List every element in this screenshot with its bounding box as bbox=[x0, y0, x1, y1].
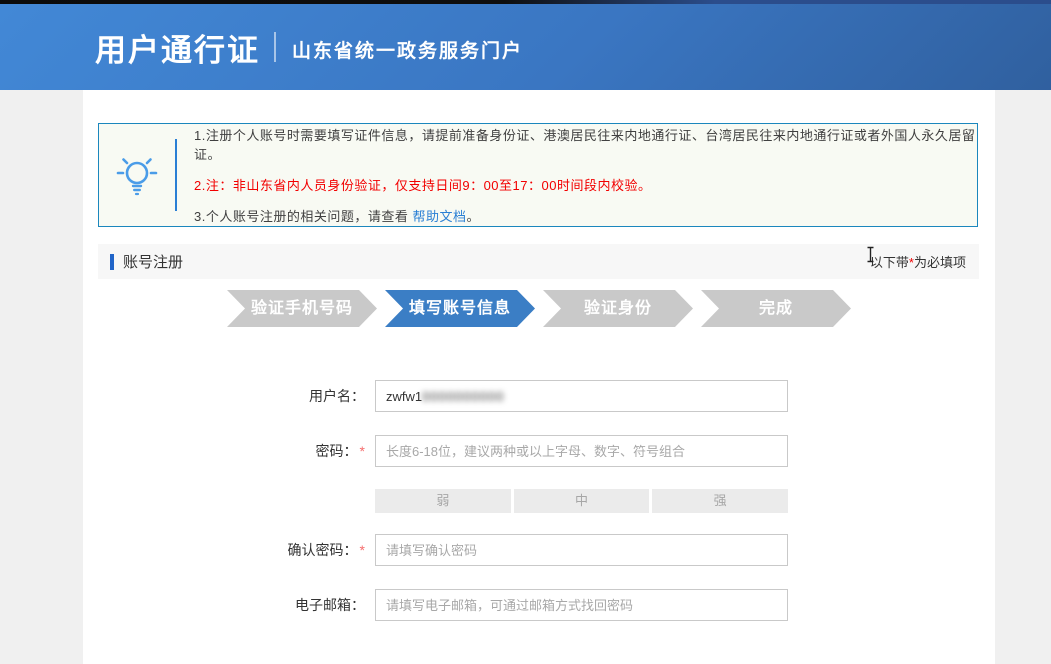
email-input[interactable] bbox=[375, 589, 788, 621]
page-subtitle: 山东省统一政务服务门户 bbox=[292, 32, 523, 63]
password-label: 密码：* bbox=[83, 435, 375, 467]
strength-spacer bbox=[83, 489, 375, 513]
username-row: 用户名： zwfw10000000000 bbox=[83, 380, 995, 412]
required-note: 以下带*为必填项 bbox=[870, 252, 966, 271]
password-input[interactable] bbox=[375, 435, 788, 467]
confirm-password-label: 确认密码：* bbox=[83, 534, 375, 566]
notice-box: 1.注册个人账号时需要填写证件信息，请提前准备身份证、港澳居民往来内地通行证、台… bbox=[98, 123, 978, 227]
header-divider bbox=[274, 32, 276, 62]
confirm-password-required-star: * bbox=[360, 542, 365, 558]
step-wizard: 验证手机号码 填写账号信息 验证身份 完成 bbox=[227, 290, 851, 327]
username-label-text: 用户名： bbox=[309, 388, 365, 404]
strength-medium: 中 bbox=[514, 489, 650, 513]
required-note-prefix: 以下带 bbox=[870, 255, 909, 270]
strength-weak: 弱 bbox=[375, 489, 511, 513]
email-label-text: 电子邮箱： bbox=[295, 597, 365, 613]
notice-line-3-text: 3.个人账号注册的相关问题，请查看 bbox=[194, 209, 412, 224]
page-body: 1.注册个人账号时需要填写证件信息，请提前准备身份证、港澳居民往来内地通行证、台… bbox=[0, 90, 1051, 664]
notice-line-3-period: 。 bbox=[466, 209, 480, 224]
email-label: 电子邮箱： bbox=[83, 589, 375, 621]
registration-form: 用户名： zwfw10000000000 密码：* 弱 中 强 确认密码：* bbox=[83, 380, 995, 621]
confirm-password-label-text: 确认密码： bbox=[288, 542, 358, 558]
help-doc-link[interactable]: 帮助文档 bbox=[412, 209, 466, 224]
content-panel: 1.注册个人账号时需要填写证件信息，请提前准备身份证、港澳居民往来内地通行证、台… bbox=[83, 90, 995, 664]
notice-line-1: 1.注册个人账号时需要填写证件信息，请提前准备身份证、港澳居民往来内地通行证、台… bbox=[194, 125, 977, 163]
section-marker bbox=[110, 254, 114, 270]
username-input[interactable]: zwfw10000000000 bbox=[375, 380, 788, 412]
strength-strong: 强 bbox=[652, 489, 788, 513]
username-value: zwfw1 bbox=[386, 389, 422, 404]
password-strength-row: 弱 中 强 bbox=[83, 489, 995, 513]
confirm-password-row: 确认密码：* bbox=[83, 534, 995, 566]
confirm-password-input[interactable] bbox=[375, 534, 788, 566]
step-fill-account-info: 填写账号信息 bbox=[385, 290, 535, 327]
section-bar: 账号注册 以下带*为必填项 bbox=[98, 244, 979, 279]
password-required-star: * bbox=[360, 443, 365, 459]
notice-line-2: 2.注：非山东省内人员身份验证，仅支持日间9：00至17：00时间段内校验。 bbox=[194, 175, 977, 194]
text-cursor bbox=[866, 246, 875, 263]
password-strength-bar: 弱 中 强 bbox=[375, 489, 788, 513]
page-title: 用户通行证 bbox=[95, 25, 260, 70]
required-note-suffix: 为必填项 bbox=[914, 255, 966, 270]
username-label: 用户名： bbox=[83, 380, 375, 412]
page-header: 用户通行证 山东省统一政务服务门户 bbox=[0, 4, 1051, 90]
username-value-redacted: 0000000000 bbox=[422, 389, 504, 404]
notice-line-3: 3.个人账号注册的相关问题，请查看 帮助文档。 bbox=[194, 206, 977, 225]
section-title: 账号注册 bbox=[123, 251, 183, 272]
step-verify-phone: 验证手机号码 bbox=[227, 290, 377, 327]
lightbulb-icon bbox=[99, 153, 175, 197]
step-complete: 完成 bbox=[701, 290, 851, 327]
step-verify-identity: 验证身份 bbox=[543, 290, 693, 327]
password-label-text: 密码： bbox=[316, 443, 358, 459]
email-row: 电子邮箱： bbox=[83, 589, 995, 621]
password-row: 密码：* bbox=[83, 435, 995, 467]
